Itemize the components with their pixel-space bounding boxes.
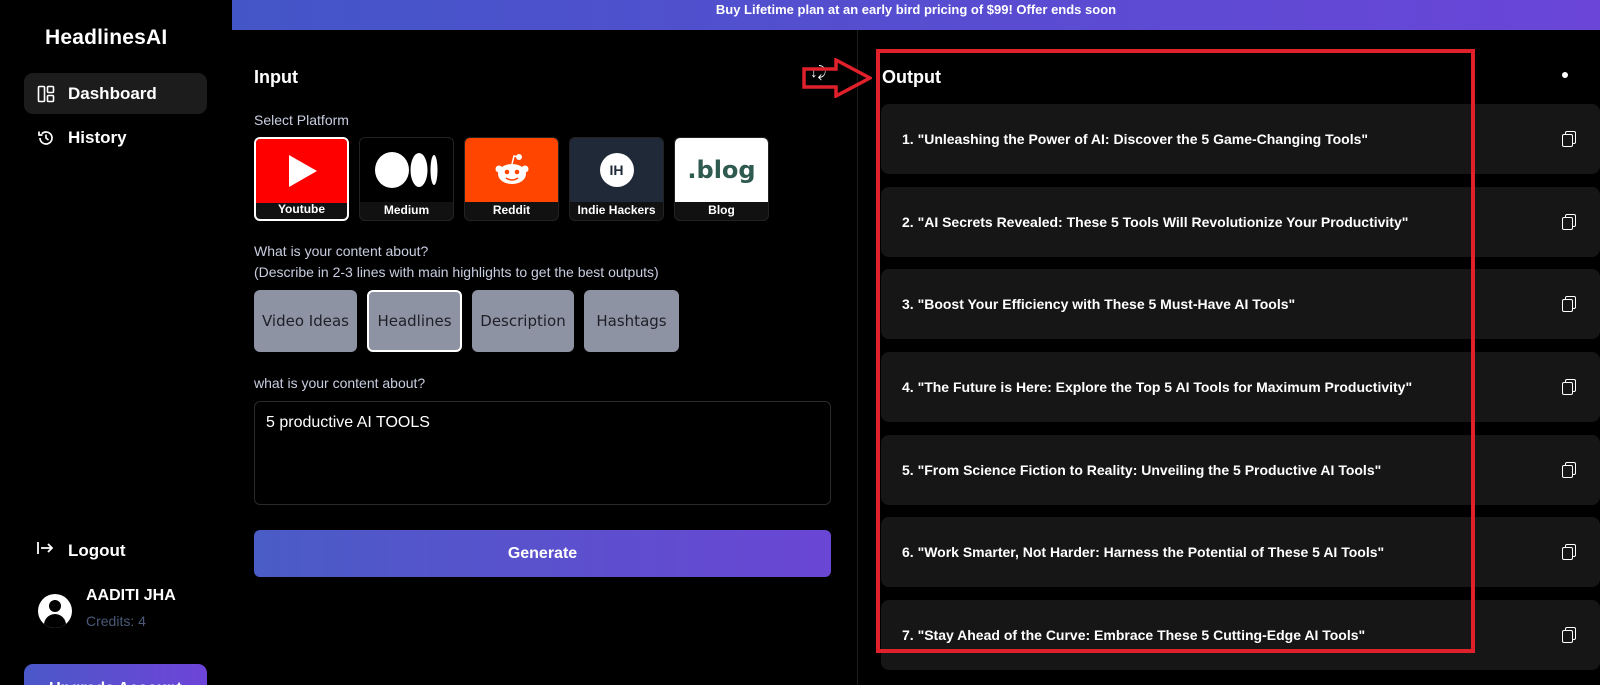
copy-icon[interactable] [1562,627,1576,643]
sidebar-item-dashboard[interactable]: Dashboard [24,73,207,114]
dashboard-icon [36,84,56,104]
platform-label: Reddit [492,203,531,217]
platform-label: Blog [708,203,735,217]
logout-label: Logout [68,540,126,560]
sidebar-item-history[interactable]: History [24,117,207,158]
user-profile[interactable]: AADITI JHA Credits: 4 [38,587,176,629]
promo-banner-text: Buy Lifetime plan at an early bird prici… [715,2,1117,17]
platform-label: Youtube [277,202,326,216]
logout-icon [36,540,54,561]
upgrade-account-button[interactable]: Upgrade Account [24,664,207,685]
copy-icon[interactable] [1562,462,1576,478]
content-input[interactable]: 5 productive AI TOOLS [254,401,831,505]
indie-hackers-mark: IH [599,153,634,187]
input-panel: Input ↓⤸ Select Platform Youtube Medium … [232,30,858,685]
user-credits: Credits: 4 [86,613,146,629]
platform-medium[interactable]: Medium [359,137,454,221]
sidebar: HeadlinesAI Dashboard History Logout AAD… [0,0,232,685]
content-input-label: what is your content about? [254,375,426,391]
platform-reddit[interactable]: Reddit [464,137,559,221]
platform-blog[interactable]: .blog Blog [674,137,769,221]
history-icon [36,128,56,148]
platform-label: Medium [383,203,430,217]
input-title: Input [254,67,298,87]
youtube-icon [256,139,347,203]
platform-label: Indie Hackers [577,203,656,217]
app-logo: HeadlinesAI [45,26,168,49]
type-description[interactable]: Description [472,290,574,352]
medium-icon [360,138,453,202]
content-hint: (Describe in 2-3 lines with main highlig… [254,264,659,280]
annotation-arrow-icon [802,58,872,98]
logout-button[interactable]: Logout [36,540,126,561]
platform-youtube[interactable]: Youtube [254,137,349,221]
annotation-highlight-box [876,49,1475,653]
copy-icon[interactable] [1562,379,1576,395]
copy-icon[interactable] [1562,296,1576,312]
platform-selector: Youtube Medium Reddit IH Indie Hackers .… [254,137,769,221]
select-platform-label: Select Platform [254,112,349,128]
type-video-ideas[interactable]: Video Ideas [254,290,357,352]
type-headlines[interactable]: Headlines [367,290,462,352]
sidebar-item-label: History [68,127,127,147]
platform-indie-hackers[interactable]: IH Indie Hackers [569,137,664,221]
reddit-icon [465,138,558,202]
content-question: What is your content about? [254,243,429,259]
generate-button[interactable]: Generate [254,530,831,577]
avatar-icon [38,594,72,628]
copy-icon[interactable] [1562,214,1576,230]
sidebar-item-label: Dashboard [68,83,157,103]
copy-icon[interactable] [1562,544,1576,560]
blog-mark: .blog [687,156,756,184]
indie-hackers-icon: IH [570,138,663,202]
user-name: AADITI JHA [86,587,176,604]
type-hashtags[interactable]: Hashtags [584,290,679,352]
copy-icon[interactable] [1562,131,1576,147]
more-icon[interactable] [1562,72,1568,78]
content-type-selector: Video Ideas Headlines Description Hashta… [254,290,679,352]
promo-banner[interactable]: Buy Lifetime plan at an early bird prici… [232,0,1600,30]
blog-icon: .blog [675,138,768,202]
